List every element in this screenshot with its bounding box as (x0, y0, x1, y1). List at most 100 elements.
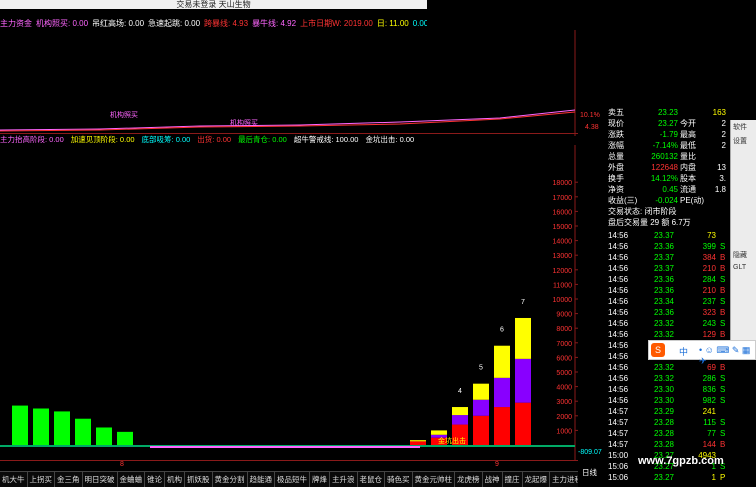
quote-row: 14:56 23.36 399 S (606, 241, 730, 252)
side-item[interactable]: GLT (731, 262, 756, 273)
tick-price: 23.37 (653, 264, 674, 273)
indicator-tab[interactable]: 趋能通 (248, 472, 275, 487)
quote-row: 盘后交易量 29 额 6.7万 (606, 217, 730, 228)
indicator-tab[interactable]: 上拐买 (28, 472, 55, 487)
top-legend: 主力资金 机构照买: 0.00 吊红高场: 0.00 急速起跳: 0.00 跨暴线: 4… (0, 18, 427, 30)
y-tick-label: 4000 (556, 385, 572, 392)
indicator-tab[interactable]: 龙虎榜 (455, 472, 483, 487)
tick-volume: 284 (702, 275, 716, 284)
quote-row: 14:56 23.37 384 B (606, 252, 730, 263)
stacked-bar (473, 383, 489, 400)
indicator-tab[interactable]: 机构 (165, 472, 185, 487)
y-tick-label: 16000 (553, 209, 573, 216)
tick-time: 14:56 (608, 308, 629, 317)
indicator-tab[interactable]: 骑色买 (385, 472, 413, 487)
y-tick-label: 9000 (556, 312, 572, 319)
quote-label: 总量 (608, 152, 624, 161)
stacked-bar (452, 415, 468, 425)
indicator-tab[interactable]: 撞庄 (503, 472, 523, 487)
x-axis: 8 9 (0, 460, 578, 471)
quote-value: -1.79 (659, 130, 678, 139)
input-method-bar[interactable]: S 中 • ☺ ⌨ ✎ ▦ ✈ (648, 340, 756, 366)
y-tick-label: 11000 (553, 282, 572, 289)
indicator-tab[interactable]: 黄金元帅柱 (413, 472, 455, 487)
top-legend-item: 0.00 (412, 19, 427, 28)
side-item[interactable]: 设置 (731, 134, 756, 148)
indicator-tab[interactable]: 黄金分割 (213, 472, 248, 487)
quote-row: 14:57 23.28 77 S (606, 428, 730, 439)
tick-price: 23.30 (653, 396, 674, 405)
tick-side: B (720, 440, 726, 449)
tick-time: 14:56 (608, 385, 629, 394)
quote-row: 现价 23.27 今开 2 (606, 118, 730, 129)
upper-label-2: 机构照买 (230, 120, 258, 127)
indicator-tab[interactable]: 主升浪 (330, 472, 358, 487)
quote-value: 13 (717, 163, 726, 172)
indicator-tab[interactable]: 锥论 (145, 472, 165, 487)
annotation-label: 金坑出击 (438, 436, 466, 445)
quote-row: 14:57 23.29 241 (606, 406, 730, 417)
quote-row: 14:56 23.30 982 S (606, 395, 730, 406)
quote-value: 2 (721, 130, 726, 139)
quote-row: 总量 260132 量比 (606, 151, 730, 162)
tick-time: 14:56 (608, 374, 629, 383)
stacked-bar (431, 430, 447, 435)
tick-price: 23.36 (653, 308, 674, 317)
ime-mode[interactable]: 中 (679, 345, 688, 358)
y-tick-label: 10000 (553, 297, 573, 304)
quote-row: 14:56 23.32 243 S (606, 318, 730, 329)
green-bar (33, 408, 49, 445)
trade-status: 交易状态: 闭市阶段 (608, 207, 677, 216)
bar-label: 7 (521, 299, 525, 306)
quote-label: 股本 (680, 174, 696, 183)
y-tick-label: 13000 (553, 253, 573, 260)
tick-price: 23.36 (653, 275, 674, 284)
green-bar (96, 427, 112, 445)
stacked-bar (410, 440, 426, 442)
top-legend-item: 日: 11.00 (376, 19, 409, 28)
indicator-tab[interactable]: 金三角 (55, 472, 83, 487)
top-legend-item: 急速起跳: 0.00 (148, 19, 201, 28)
indicator-tab[interactable]: 战神 (483, 472, 503, 487)
tick-time: 14:56 (608, 352, 629, 361)
indicator-tab[interactable]: 老鼠仓 (358, 472, 385, 487)
period-label: 日线 (582, 468, 597, 477)
tick-volume: 210 (702, 286, 716, 295)
tick-time: 14:56 (608, 286, 629, 295)
quote-row: 14:56 23.36 284 S (606, 274, 730, 285)
tick-side: S (720, 242, 726, 251)
indicator-tab[interactable]: 抓妖股 (185, 472, 213, 487)
tick-time: 14:57 (608, 407, 629, 416)
watermark: www.7gpzb.com (638, 455, 724, 467)
ime-tools-icon[interactable]: • ☺ ⌨ ✎ ▦ ✈ (699, 345, 755, 367)
tick-volume: 73 (707, 231, 716, 240)
quote-row: 14:56 23.37 210 B (606, 263, 730, 274)
indicator-tab[interactable]: 牌烽 (310, 472, 330, 487)
quote-label: 收益(三) (608, 196, 638, 205)
period-selector[interactable]: 日线 (578, 460, 606, 487)
indicator-tab[interactable]: 明日突破 (83, 472, 118, 487)
indicator-tab[interactable]: 机大牛 (0, 472, 28, 487)
green-bar (117, 431, 133, 445)
indicator-legend-item: 超牛警戒线: 100.00 (293, 135, 359, 144)
tick-volume: 115 (703, 418, 716, 427)
quote-value: 23.23 (657, 108, 678, 117)
tick-price: 23.27 (653, 473, 674, 482)
indicator-tab[interactable]: 主力进程 (550, 472, 578, 487)
tick-time: 14:57 (608, 429, 629, 438)
y-tick-label: 18000 (553, 180, 573, 187)
tick-price: 23.36 (653, 242, 674, 251)
bar-label: 4 (458, 388, 462, 395)
indicator-tab[interactable]: 金蛐蛐 (118, 472, 145, 487)
tick-price: 23.29 (653, 407, 674, 416)
green-bar (54, 411, 70, 445)
side-item[interactable]: 隐藏 (731, 248, 756, 262)
side-item[interactable]: 软件 (731, 120, 756, 134)
indicator-tab[interactable]: 极品短牛 (275, 472, 310, 487)
side-panel: 软件 设置 隐藏 GLT (730, 120, 756, 340)
quote-value: 23.27 (657, 119, 678, 128)
tick-side: S (720, 275, 726, 284)
quote-label: 最高 (680, 130, 696, 139)
indicator-tab[interactable]: 龙起爆 (523, 472, 550, 487)
tick-price: 23.28 (653, 418, 674, 427)
